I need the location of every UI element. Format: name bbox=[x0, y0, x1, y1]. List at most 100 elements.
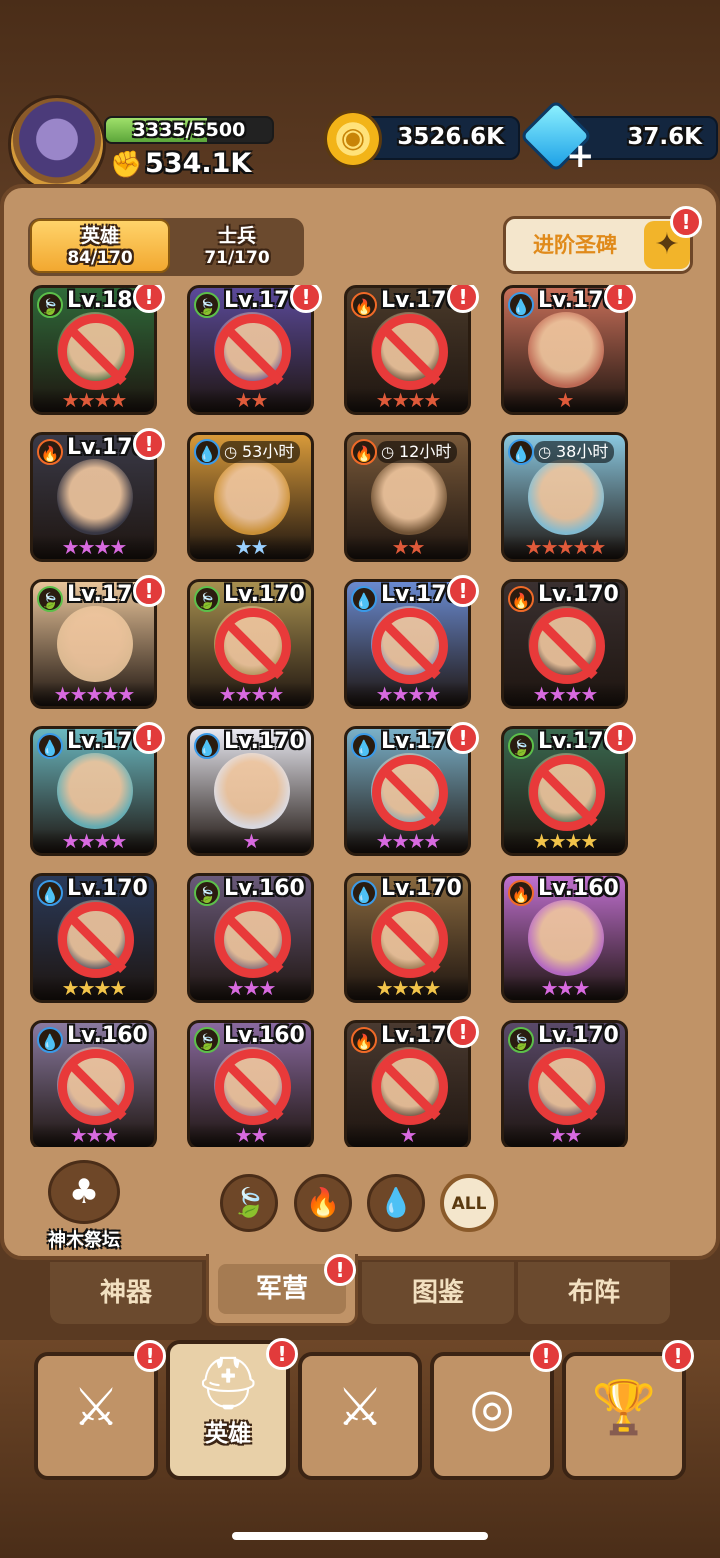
hero-alert-badge: ! bbox=[604, 285, 636, 313]
hero-stars: ★★★ bbox=[190, 976, 311, 1000]
bottom-nav-target[interactable]: ◎ bbox=[430, 1352, 554, 1480]
trophy-alert-badge: ! bbox=[662, 1340, 694, 1372]
hero-alert-badge: ! bbox=[266, 1338, 298, 1370]
hero-portrait bbox=[528, 459, 604, 535]
hero-stars: ★★ bbox=[190, 535, 311, 559]
tab-soldier-count: 71/170 bbox=[204, 248, 270, 268]
prohibited-icon bbox=[215, 314, 291, 390]
hero-stars: ★★★ bbox=[504, 976, 625, 1000]
hero-stars: ★★★★ bbox=[190, 682, 311, 706]
tab-soldier[interactable]: 士兵 71/170 bbox=[174, 221, 300, 273]
prohibited-icon bbox=[58, 1049, 134, 1125]
target-icon: ◎ bbox=[469, 1378, 515, 1438]
hero-stars: ★ bbox=[190, 829, 311, 853]
bottom-nav-banner[interactable]: ⚔ bbox=[34, 1352, 158, 1480]
hero-stars: ★★★★ bbox=[33, 535, 154, 559]
hero-level: Lv.170 bbox=[224, 729, 305, 754]
hero-alert-badge: ! bbox=[447, 722, 479, 754]
crossed-swords-icon: ⚔ bbox=[336, 1378, 384, 1438]
prohibited-icon bbox=[529, 608, 605, 684]
home-indicator[interactable] bbox=[232, 1532, 488, 1540]
hero-card[interactable]: 🔥 Lv.170 ★★★★ bbox=[501, 579, 628, 709]
hero-alert-badge: ! bbox=[290, 285, 322, 313]
hero-stars: ★★★★★ bbox=[33, 682, 154, 706]
hero-alert-badge: ! bbox=[447, 575, 479, 607]
hero-alert-badge: ! bbox=[133, 575, 165, 607]
leaf-element-icon: 🍃 bbox=[508, 733, 534, 759]
energy-bar: 3335/5500 bbox=[104, 116, 274, 144]
leaf-element-icon: 🍃 bbox=[508, 1027, 534, 1053]
prohibited-icon bbox=[529, 755, 605, 831]
tab-codex[interactable]: 图鉴 bbox=[362, 1262, 514, 1324]
fist-icon: ✊ bbox=[110, 150, 143, 180]
hero-stars: ★ bbox=[347, 1123, 468, 1147]
hero-card[interactable]: 🍃 Lv.160 ★★★ bbox=[187, 873, 314, 1003]
hero-stars: ★★★★ bbox=[504, 682, 625, 706]
hero-portrait bbox=[57, 606, 133, 682]
sword-banner-icon: ⚔ bbox=[72, 1378, 120, 1438]
hero-stars: ★★★★ bbox=[347, 829, 468, 853]
coin-value: 3526.6K bbox=[397, 124, 504, 150]
hero-portrait bbox=[528, 312, 604, 388]
hero-card[interactable]: 🍃 Lv.160 ★★ bbox=[187, 1020, 314, 1147]
water-element-icon: 💧 bbox=[508, 439, 534, 465]
fire-icon: 🔥 bbox=[305, 1186, 341, 1219]
water-element-icon: 💧 bbox=[37, 1027, 63, 1053]
hero-card[interactable]: 💧38小时 ★★★★★ bbox=[501, 432, 628, 562]
tab-hero-label: 英雄 bbox=[80, 225, 119, 247]
hero-stars: ★★★★ bbox=[33, 976, 154, 1000]
hero-stars: ★★ bbox=[190, 388, 311, 412]
bottom-nav-hero-label: 英雄 bbox=[205, 1421, 251, 1447]
hero-card[interactable]: 💧 Lv.170 ★ bbox=[187, 726, 314, 856]
hero-portrait bbox=[57, 459, 133, 535]
hero-stars: ★★ bbox=[347, 535, 468, 559]
filter-leaf-button[interactable]: 🍃 bbox=[220, 1174, 278, 1232]
fire-element-icon: 🔥 bbox=[351, 439, 377, 465]
hero-card[interactable]: 💧 Lv.170 ★★★★ bbox=[30, 873, 157, 1003]
hero-alert-badge: ! bbox=[447, 1016, 479, 1048]
hero-card[interactable]: 🍃 Lv.170 ★★★★ bbox=[187, 579, 314, 709]
hero-card[interactable]: 💧 Lv.160 ★★★ bbox=[30, 1020, 157, 1147]
hero-stars: ★★★★ bbox=[347, 388, 468, 412]
leaf-element-icon: 🍃 bbox=[194, 586, 220, 612]
bottom-nav-trophy[interactable]: 🏆 bbox=[562, 1352, 686, 1480]
tab-artifact[interactable]: 神器 bbox=[50, 1262, 202, 1324]
tab-hero[interactable]: 英雄 84/170 bbox=[30, 219, 170, 273]
filter-fire-button[interactable]: 🔥 bbox=[294, 1174, 352, 1232]
target-alert-badge: ! bbox=[530, 1340, 562, 1372]
hero-card[interactable]: 🔥 Lv.160 ★★★ bbox=[501, 873, 628, 1003]
hero-card[interactable]: 🔥12小时 ★★ bbox=[344, 432, 471, 562]
hero-stars: ★★★★★ bbox=[504, 535, 625, 559]
hero-grid: 🍃 Lv.180 ★★★★! 🍃 Lv.170 ★★! 🔥 Lv.170 ★★★★! 💧 Lv.17… bbox=[30, 285, 690, 1147]
player-avatar[interactable] bbox=[8, 95, 106, 193]
tab-formation[interactable]: 布阵 bbox=[518, 1262, 670, 1324]
hero-level: Lv.170 bbox=[538, 582, 619, 607]
filter-water-button[interactable]: 💧 bbox=[367, 1174, 425, 1232]
hero-alert-badge: ! bbox=[133, 285, 165, 313]
hero-card[interactable]: 🍃 Lv.170 ★★ bbox=[501, 1020, 628, 1147]
altar-label: 神木祭坛 bbox=[48, 1230, 120, 1251]
energy-text: 3335/5500 bbox=[132, 119, 246, 141]
hero-stars: ★★★★ bbox=[33, 829, 154, 853]
add-gem-icon[interactable]: + bbox=[566, 136, 595, 176]
hero-level: Lv.160 bbox=[224, 876, 305, 901]
hero-card[interactable]: 💧53小时 ★★ bbox=[187, 432, 314, 562]
advance-stele-button[interactable]: 进阶圣碑 ✦ bbox=[503, 216, 693, 274]
combat-power: 534.1K bbox=[145, 148, 252, 179]
hero-timer: 53小时 bbox=[220, 441, 301, 463]
hero-alert-badge: ! bbox=[133, 722, 165, 754]
hero-card[interactable]: 💧 Lv.170 ★★★★ bbox=[344, 873, 471, 1003]
hero-portrait bbox=[57, 753, 133, 829]
water-element-icon: 💧 bbox=[508, 292, 534, 318]
hero-level: Lv.170 bbox=[67, 876, 148, 901]
hero-portrait bbox=[214, 753, 290, 829]
fire-element-icon: 🔥 bbox=[508, 586, 534, 612]
hero-timer: 12小时 bbox=[377, 441, 458, 463]
prohibited-icon bbox=[372, 314, 448, 390]
bottom-nav-battle[interactable]: ⚔ bbox=[298, 1352, 422, 1480]
leaf-element-icon: 🍃 bbox=[37, 292, 63, 318]
tree-altar-icon[interactable]: ♣ bbox=[48, 1160, 120, 1224]
leaf-element-icon: 🍃 bbox=[194, 880, 220, 906]
hero-portrait bbox=[371, 459, 447, 535]
filter-all-button[interactable]: ALL bbox=[440, 1174, 498, 1232]
